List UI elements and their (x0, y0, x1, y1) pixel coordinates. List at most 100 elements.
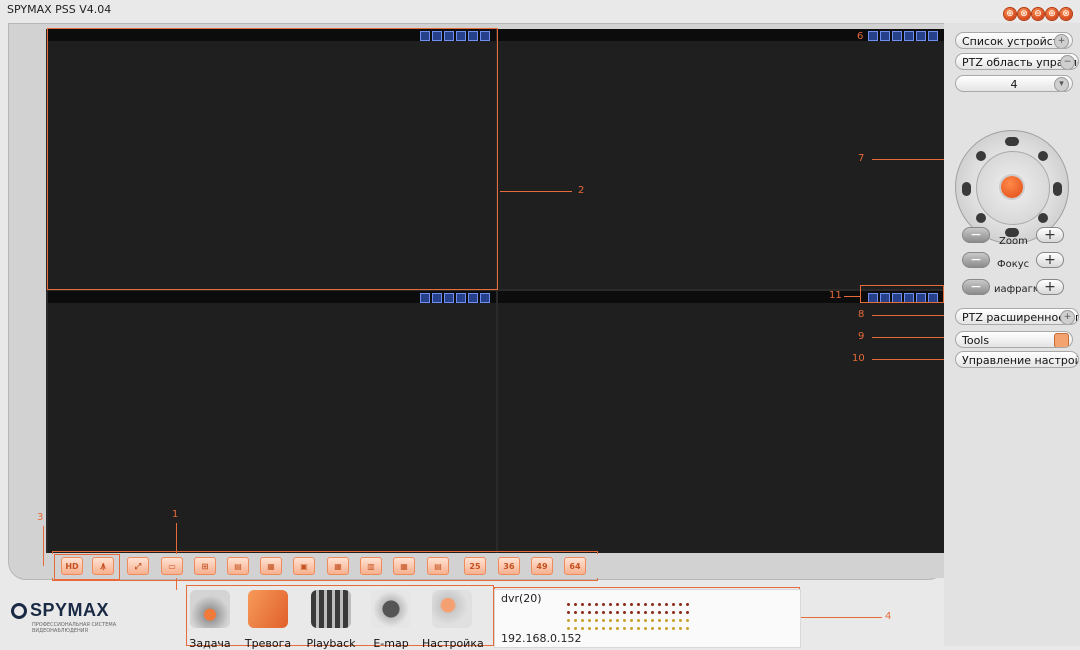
annotation-1: 1 (172, 509, 179, 520)
close-pane-icon[interactable] (928, 293, 938, 303)
audio-icon[interactable] (468, 293, 478, 303)
snapshot-icon[interactable] (868, 31, 878, 41)
channel-status-dot (602, 611, 605, 614)
record-icon[interactable] (880, 31, 890, 41)
task-button[interactable]: Задача (188, 590, 232, 650)
layout-4-icon[interactable]: ⊞ (194, 557, 216, 575)
iris-minus-button[interactable]: − (962, 279, 990, 295)
layout-25-button[interactable]: 25 (464, 557, 486, 575)
ptz-down-left-icon[interactable] (976, 213, 986, 223)
annotation-7: 7 (858, 153, 865, 164)
ptz-icon[interactable] (904, 31, 914, 41)
annotation-line-3 (43, 526, 44, 566)
layout-10-icon[interactable]: ▦ (327, 557, 349, 575)
close-pane-icon[interactable] (480, 293, 490, 303)
tools-button[interactable]: Tools (955, 331, 1073, 348)
ptz-left-icon[interactable] (962, 182, 971, 196)
channel-status-dot (630, 619, 633, 622)
device-name: dvr(20) (501, 592, 542, 605)
ptz-up-right-icon[interactable] (1038, 151, 1048, 161)
channel-status-dot (665, 611, 668, 614)
channel-status-dot (574, 627, 577, 630)
ptz-area-button[interactable]: PTZ область управления − (955, 53, 1079, 70)
zoom-icon[interactable] (892, 293, 902, 303)
playback-button[interactable]: Playback (305, 590, 357, 650)
channel-status-dot (644, 611, 647, 614)
layout-8-icon[interactable]: ▦ (260, 557, 282, 575)
layout-20-icon[interactable]: ▤ (427, 557, 449, 575)
settings-button[interactable]: Настройка (422, 590, 484, 650)
alarm-button[interactable]: Тревога (243, 590, 293, 650)
zoom-plus-button[interactable]: + (1036, 227, 1064, 243)
maximize-button[interactable]: ⊕ (1046, 8, 1058, 20)
hd-button[interactable]: HD (61, 557, 83, 575)
ptz-up-icon[interactable] (1005, 137, 1019, 146)
layout-36-button[interactable]: 36 (498, 557, 520, 575)
ptz-right-icon[interactable] (1053, 182, 1062, 196)
channel-status-dot (644, 603, 647, 606)
layout-13-icon[interactable]: ▥ (360, 557, 382, 575)
layout-1-icon[interactable]: ▭ (161, 557, 183, 575)
ptz-center-button[interactable] (1001, 176, 1023, 198)
ptz-icon[interactable] (456, 31, 466, 41)
zoom-minus-button[interactable]: − (962, 227, 990, 243)
device-list-button[interactable]: Список устройств + (955, 32, 1073, 49)
video-pane-4[interactable] (498, 291, 944, 553)
snapshot-icon[interactable] (868, 293, 878, 303)
settings-control-button[interactable]: Управление настройками (955, 351, 1079, 368)
stream-button[interactable]: Ꙟ (92, 557, 114, 575)
layout-6-icon[interactable]: ▤ (227, 557, 249, 575)
close-pane-icon[interactable] (480, 31, 490, 41)
ptz-icon[interactable] (904, 293, 914, 303)
focus-label: Фокус (997, 259, 1030, 270)
zoom-icon[interactable] (444, 31, 454, 41)
snapshot-icon[interactable] (420, 31, 430, 41)
zoom-icon[interactable] (444, 293, 454, 303)
settings-label: Настройка (422, 637, 484, 650)
video-pane-1[interactable] (48, 29, 496, 289)
annotation-line-9 (872, 337, 952, 338)
emap-button[interactable]: E-map (370, 590, 412, 650)
ptz-up-left-icon[interactable] (976, 151, 986, 161)
channel-status-dot (616, 603, 619, 606)
annotation-line-7 (872, 159, 952, 160)
zoom-icon[interactable] (892, 31, 902, 41)
video-pane-3[interactable] (48, 291, 496, 553)
record-icon[interactable] (432, 293, 442, 303)
record-icon[interactable] (880, 293, 890, 303)
window-button-2[interactable]: ⊗ (1018, 8, 1030, 20)
logo-icon (11, 603, 27, 619)
channel-status-dot (595, 627, 598, 630)
layout-9-icon[interactable]: ▣ (293, 557, 315, 575)
fullscreen-icon[interactable]: ⤢ (127, 557, 149, 575)
channel-select[interactable]: 4 ▾ (955, 75, 1073, 92)
minimize-button[interactable]: ⊖ (1032, 8, 1044, 20)
layout-64-button[interactable]: 64 (564, 557, 586, 575)
channel-status-dot (686, 603, 689, 606)
layout-49-button[interactable]: 49 (531, 557, 553, 575)
annotation-2: 2 (578, 185, 585, 196)
ptz-extended-button[interactable]: PTZ расширенное управление + (955, 308, 1079, 325)
channel-status-dot (665, 619, 668, 622)
channel-status-dot (602, 627, 605, 630)
window-controls: ⊕ ⊗ ⊖ ⊕ ⊗ (1004, 8, 1072, 20)
tools-label: Tools (962, 334, 990, 347)
close-pane-icon[interactable] (928, 31, 938, 41)
pane-toolbar (498, 29, 944, 41)
record-icon[interactable] (432, 31, 442, 41)
audio-icon[interactable] (916, 293, 926, 303)
window-button-1[interactable]: ⊕ (1004, 8, 1016, 20)
expand-icon: + (1054, 34, 1069, 48)
layout-16-icon[interactable]: ▦ (393, 557, 415, 575)
audio-icon[interactable] (468, 31, 478, 41)
audio-icon[interactable] (916, 31, 926, 41)
channel-status-dot (595, 603, 598, 606)
focus-plus-button[interactable]: + (1036, 252, 1064, 268)
ptz-icon[interactable] (456, 293, 466, 303)
ptz-down-right-icon[interactable] (1038, 213, 1048, 223)
close-button[interactable]: ⊗ (1060, 8, 1072, 20)
focus-minus-button[interactable]: − (962, 252, 990, 268)
iris-plus-button[interactable]: + (1036, 279, 1064, 295)
channel-status-dot (581, 619, 584, 622)
snapshot-icon[interactable] (420, 293, 430, 303)
